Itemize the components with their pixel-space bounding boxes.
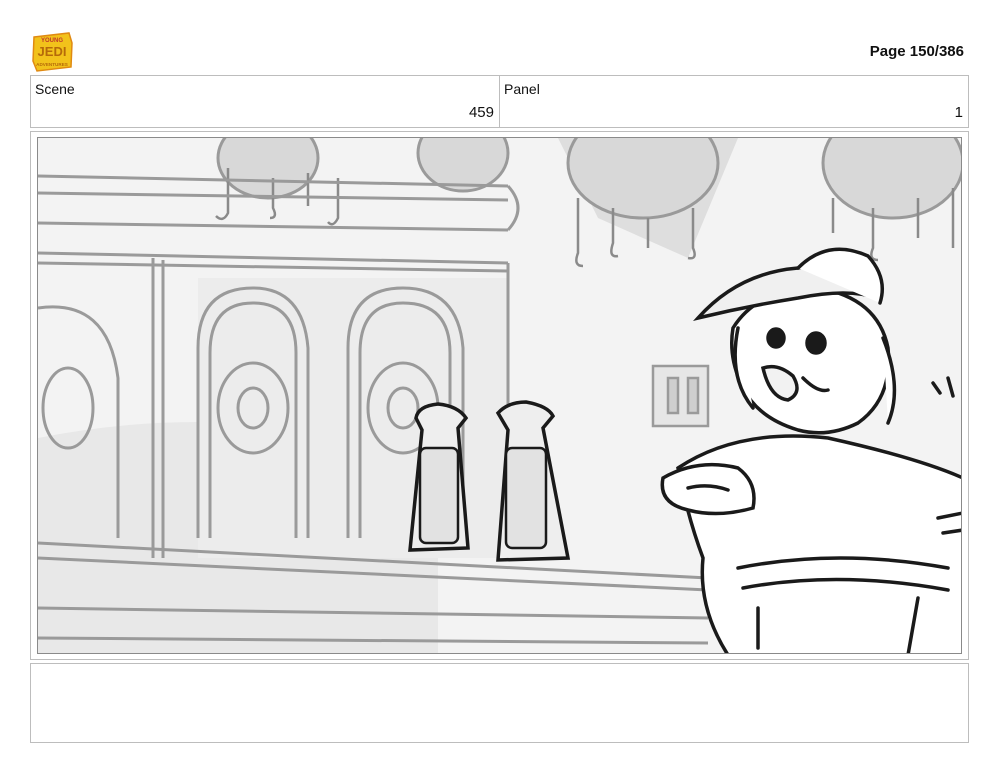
sketch-drawing xyxy=(38,138,961,653)
scene-label: Scene xyxy=(35,81,75,97)
show-logo: YOUNG JEDI ADVENTURES xyxy=(31,31,74,73)
scene-cell: Scene 459 xyxy=(31,76,499,127)
scene-number: 459 xyxy=(468,104,494,121)
logo-line-3: ADVENTURES xyxy=(36,62,68,67)
scene-panel-header: Scene 459 Panel 1 xyxy=(30,75,969,128)
logo-graphic: YOUNG JEDI ADVENTURES xyxy=(32,32,73,72)
storyboard-panel-frame xyxy=(30,131,969,660)
panel-notes-box xyxy=(30,663,969,743)
panel-cell: Panel 1 xyxy=(499,76,968,127)
panel-label: Panel xyxy=(504,81,540,97)
page-number: Page 150/386 xyxy=(869,43,964,60)
logo-line-2: JEDI xyxy=(38,44,67,59)
storyboard-sketch xyxy=(37,137,962,654)
panel-number: 1 xyxy=(954,104,963,121)
